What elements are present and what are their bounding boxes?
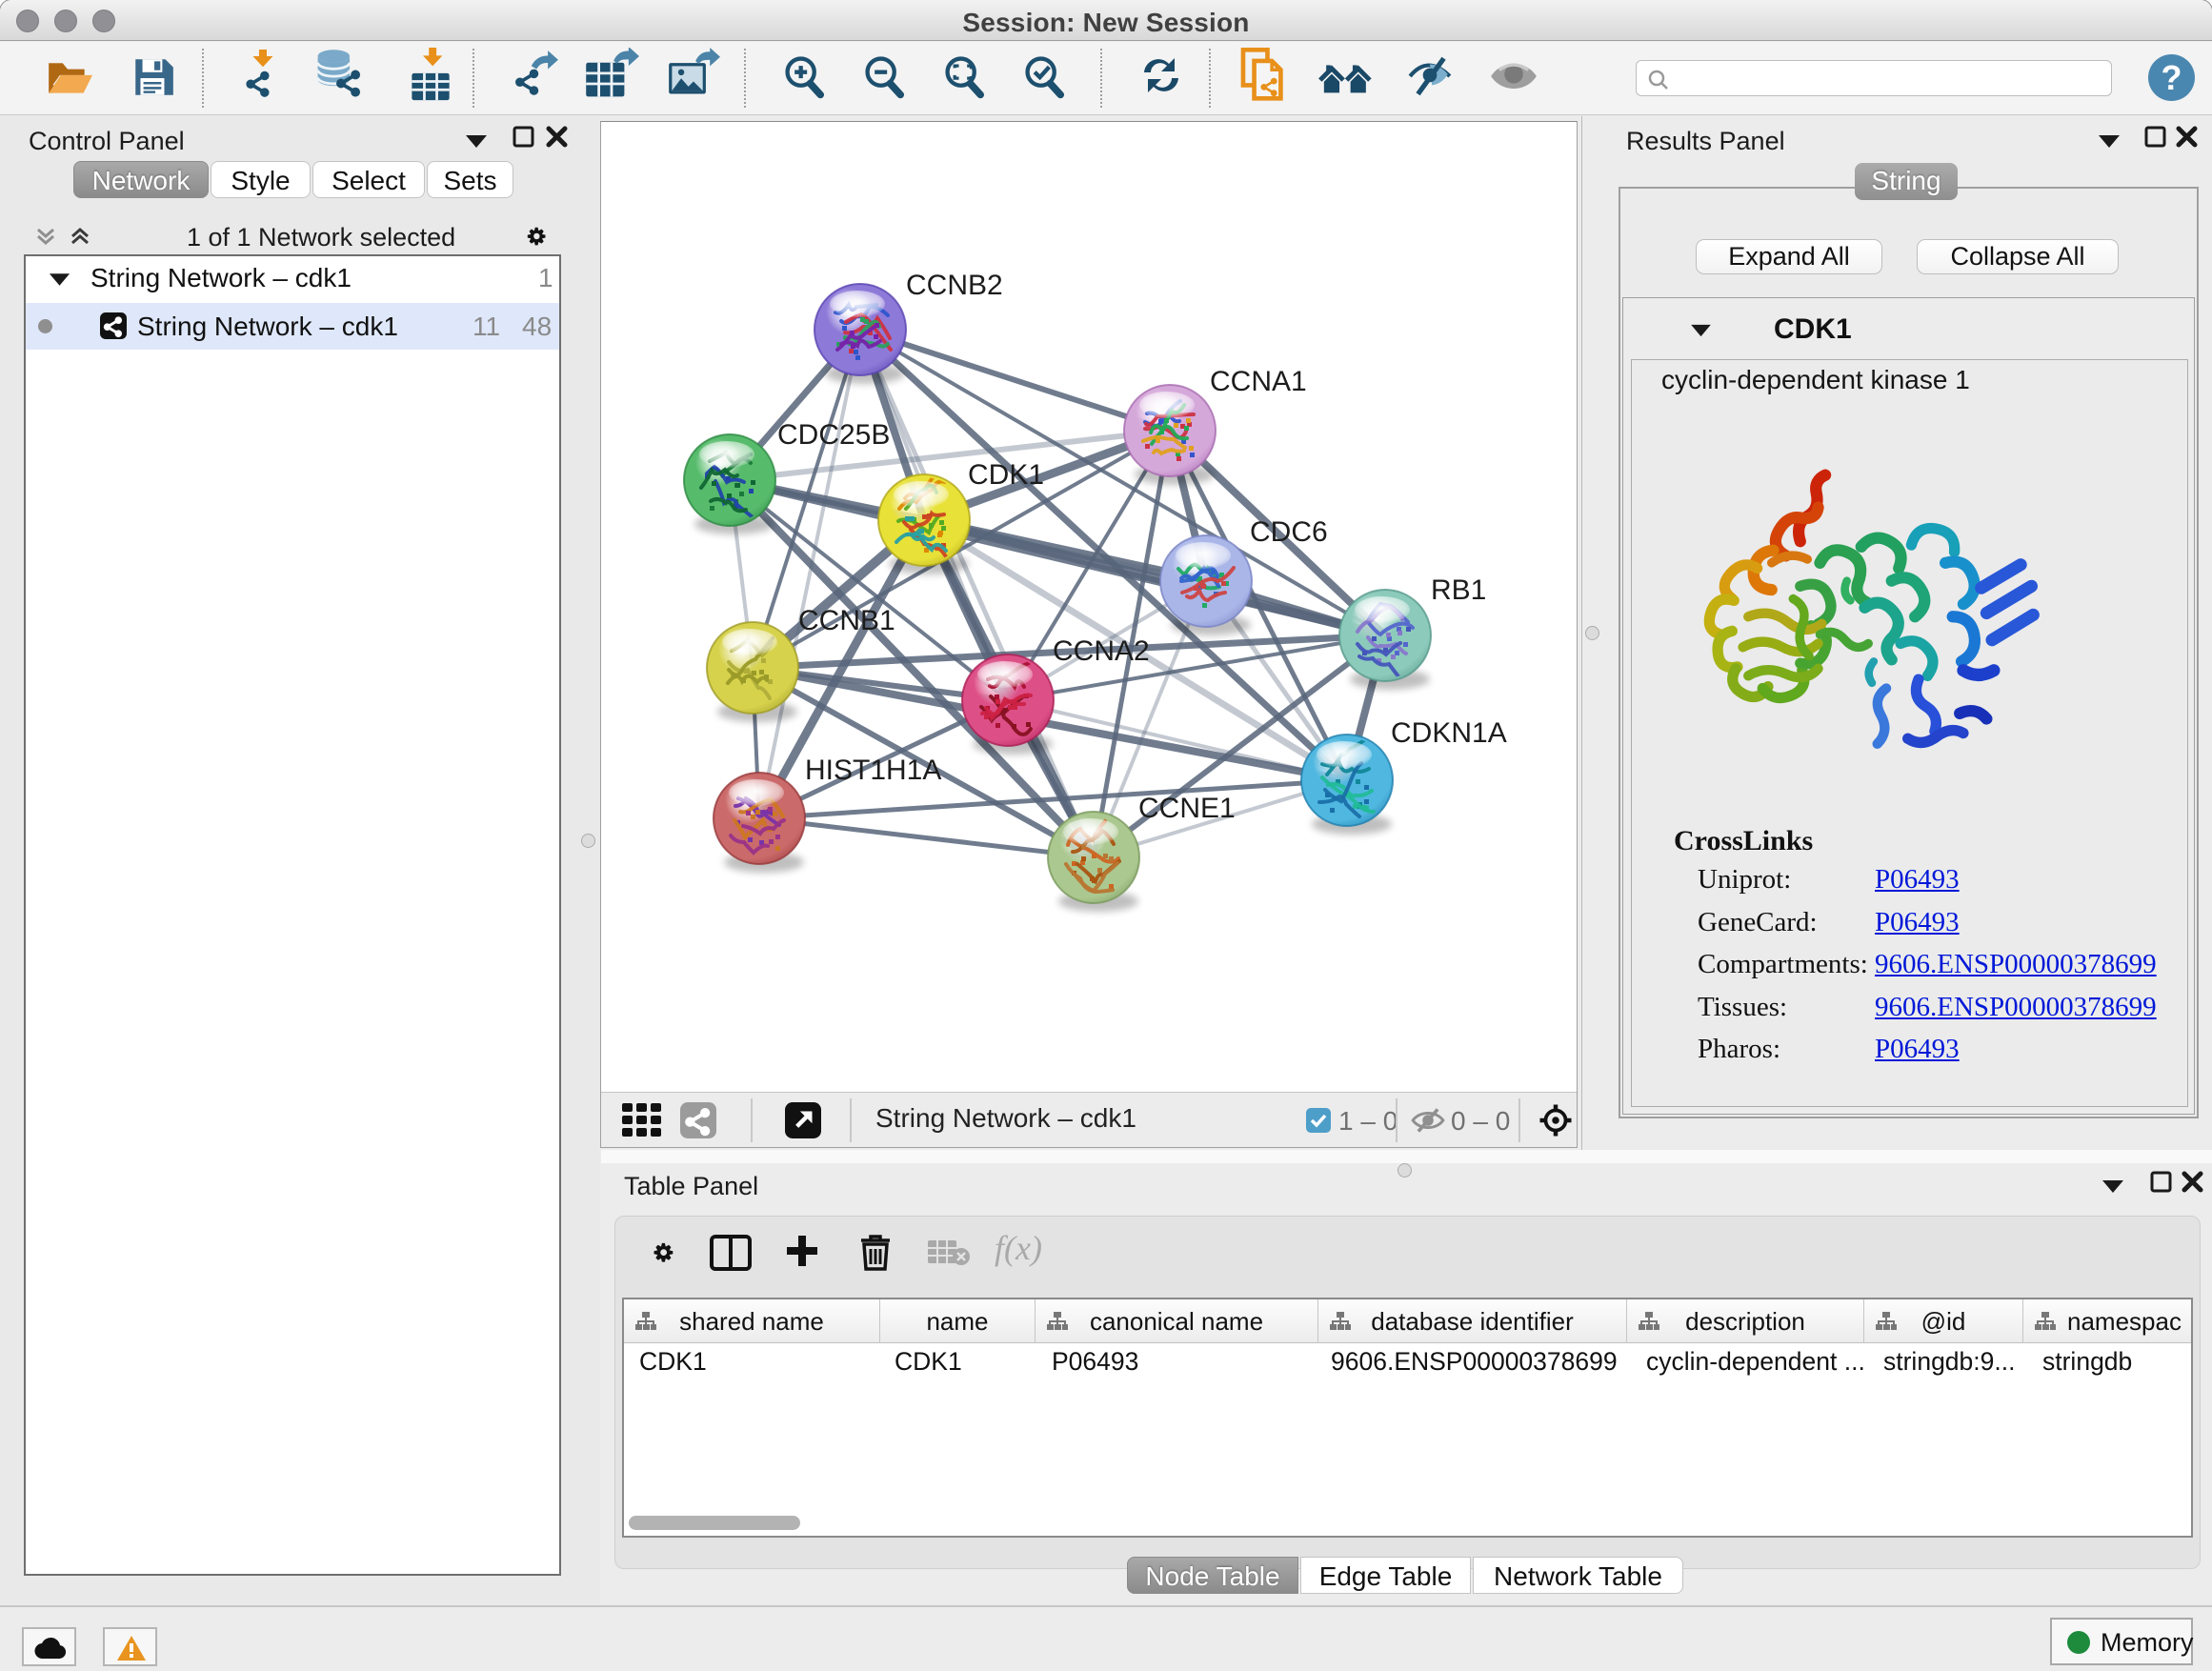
svg-text:CDC6: CDC6	[1250, 516, 1328, 548]
svg-text:CDC25B: CDC25B	[777, 419, 890, 451]
svg-text:CDKN1A: CDKN1A	[1391, 717, 1507, 749]
svg-text:CCNB2: CCNB2	[906, 270, 1003, 301]
svg-text:CCNB1: CCNB1	[798, 605, 895, 636]
svg-text:CCNA1: CCNA1	[1210, 366, 1307, 397]
svg-text:CCNE1: CCNE1	[1138, 793, 1236, 824]
svg-text:HIST1H1A: HIST1H1A	[805, 755, 941, 786]
svg-text:CDK1: CDK1	[968, 459, 1044, 491]
svg-text:RB1: RB1	[1431, 574, 1486, 606]
svg-text:CCNA2: CCNA2	[1053, 635, 1150, 667]
